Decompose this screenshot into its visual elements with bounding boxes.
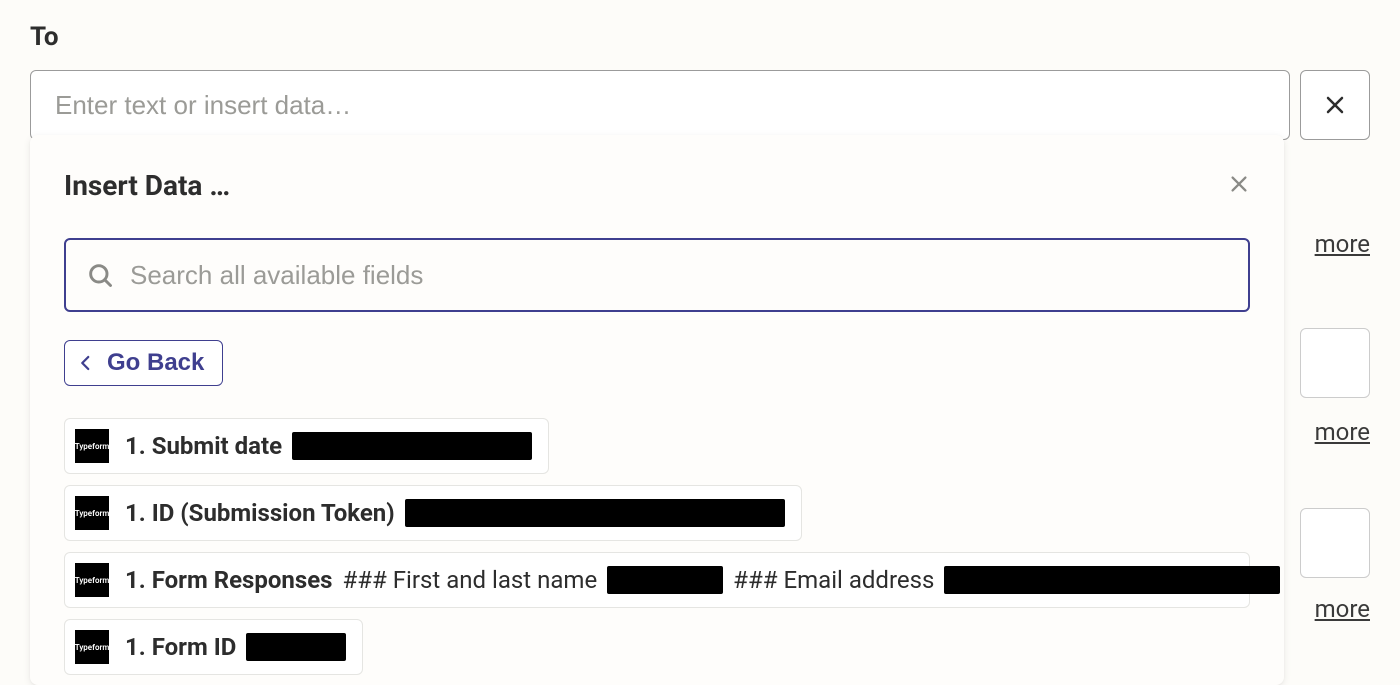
more-link[interactable]: more (1315, 230, 1370, 258)
popover-title: Insert Data … (64, 169, 230, 202)
more-link[interactable]: more (1315, 595, 1370, 623)
to-row (30, 70, 1370, 140)
field-item-submission-token[interactable]: Typeform 1. ID (Submission Token) (64, 485, 802, 541)
insert-data-popover: Insert Data … Go Back Typeform 1. Submit… (30, 135, 1284, 685)
typeform-icon: Typeform (75, 630, 109, 664)
field-item-form-id[interactable]: Typeform 1. Form ID (64, 619, 363, 675)
field-item-submit-date[interactable]: Typeform 1. Submit date (64, 418, 549, 474)
typeform-icon: Typeform (75, 563, 109, 597)
ghost-input (1300, 508, 1370, 578)
field-item-label: 1. Submit date (125, 432, 532, 460)
field-list: Typeform 1. Submit date Typeform 1. ID (… (64, 418, 1250, 675)
search-field-wrapper[interactable] (64, 238, 1250, 312)
to-input[interactable] (30, 70, 1290, 140)
field-item-label: 1. ID (Submission Token) (125, 499, 785, 527)
field-item-label: 1. Form ID (125, 633, 346, 661)
popover-close-button[interactable] (1228, 173, 1250, 199)
redacted-value (405, 499, 785, 527)
typeform-icon: Typeform (75, 496, 109, 530)
ghost-input (1300, 328, 1370, 398)
field-label-to: To (30, 22, 1370, 52)
clear-button[interactable] (1300, 70, 1370, 140)
typeform-icon: Typeform (75, 429, 109, 463)
redacted-value (292, 432, 532, 460)
search-input[interactable] (130, 260, 1228, 291)
field-item-label: 1. Form Responses ### First and last nam… (125, 566, 1280, 594)
redacted-value (944, 566, 1280, 594)
chevron-left-icon (77, 354, 95, 372)
close-icon (1228, 173, 1250, 195)
search-icon (86, 261, 114, 289)
field-item-form-responses[interactable]: Typeform 1. Form Responses ### First and… (64, 552, 1250, 608)
redacted-value (607, 566, 723, 594)
more-link[interactable]: more (1315, 418, 1370, 446)
go-back-label: Go Back (107, 349, 204, 377)
redacted-value (246, 633, 346, 661)
go-back-button[interactable]: Go Back (64, 340, 223, 386)
close-icon (1323, 93, 1347, 117)
